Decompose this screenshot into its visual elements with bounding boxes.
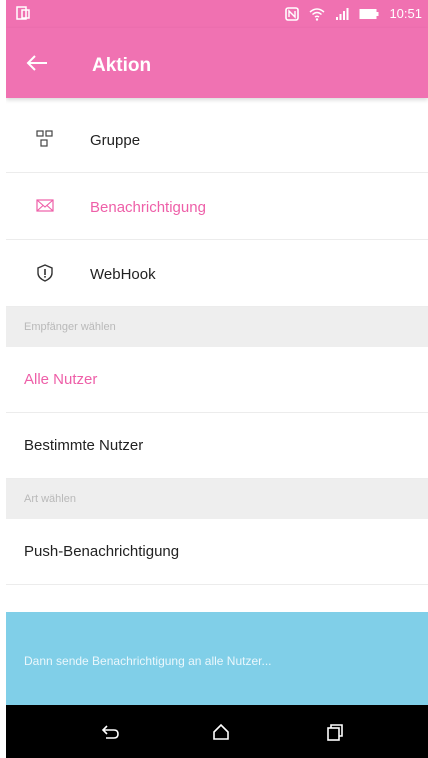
- wifi-icon: [309, 7, 325, 21]
- arrow-left-icon[interactable]: [26, 54, 48, 72]
- section-header-recipients: Empfänger wählen: [6, 307, 428, 347]
- app-toolbar: Aktion: [6, 28, 428, 98]
- type-option-push[interactable]: Push-Benachrichtigung: [6, 519, 428, 585]
- signal-icon: [336, 7, 349, 20]
- home-icon[interactable]: [210, 722, 232, 742]
- recipient-option-specific-users[interactable]: Bestimmte Nutzer: [6, 413, 428, 479]
- action-list: Gruppe Benachrichtigung WebHook Empfänge…: [6, 106, 428, 585]
- section-header-type: Art wählen: [6, 479, 428, 519]
- page-title: Aktion: [92, 55, 152, 76]
- nfc-icon: [285, 6, 300, 21]
- battery-icon: [359, 8, 379, 19]
- recipient-option-label: Alle Nutzer: [24, 371, 98, 388]
- back-icon[interactable]: [100, 722, 122, 742]
- summary-text: Dann sende Benachrichtigung an alle Nutz…: [24, 654, 272, 668]
- screen-mirror-icon: [16, 6, 30, 20]
- system-nav-bar: [6, 705, 428, 758]
- action-item-label: Gruppe: [90, 132, 141, 149]
- app-screen: 10:51 Aktion Gruppe Benachrichtigung Web…: [6, 0, 428, 758]
- status-time: 10:51: [389, 6, 422, 21]
- status-icons: 10:51: [285, 6, 422, 21]
- action-item-gruppe[interactable]: Gruppe: [6, 106, 428, 173]
- recipient-option-all-users[interactable]: Alle Nutzer: [6, 347, 428, 413]
- action-item-benachrichtigung[interactable]: Benachrichtigung: [6, 173, 428, 240]
- group-icon: [36, 130, 53, 147]
- action-item-label: Benachrichtigung: [90, 199, 206, 216]
- action-item-webhook[interactable]: WebHook: [6, 240, 428, 307]
- type-option-label: Push-Benachrichtigung: [24, 543, 180, 560]
- recents-icon[interactable]: [324, 722, 346, 742]
- status-bar: 10:51: [6, 0, 428, 28]
- envelope-icon: [36, 199, 54, 212]
- summary-banner: Dann sende Benachrichtigung an alle Nutz…: [6, 612, 428, 705]
- shield-alert-icon: [37, 264, 53, 282]
- recipient-option-label: Bestimmte Nutzer: [24, 437, 144, 454]
- action-item-label: WebHook: [90, 266, 156, 283]
